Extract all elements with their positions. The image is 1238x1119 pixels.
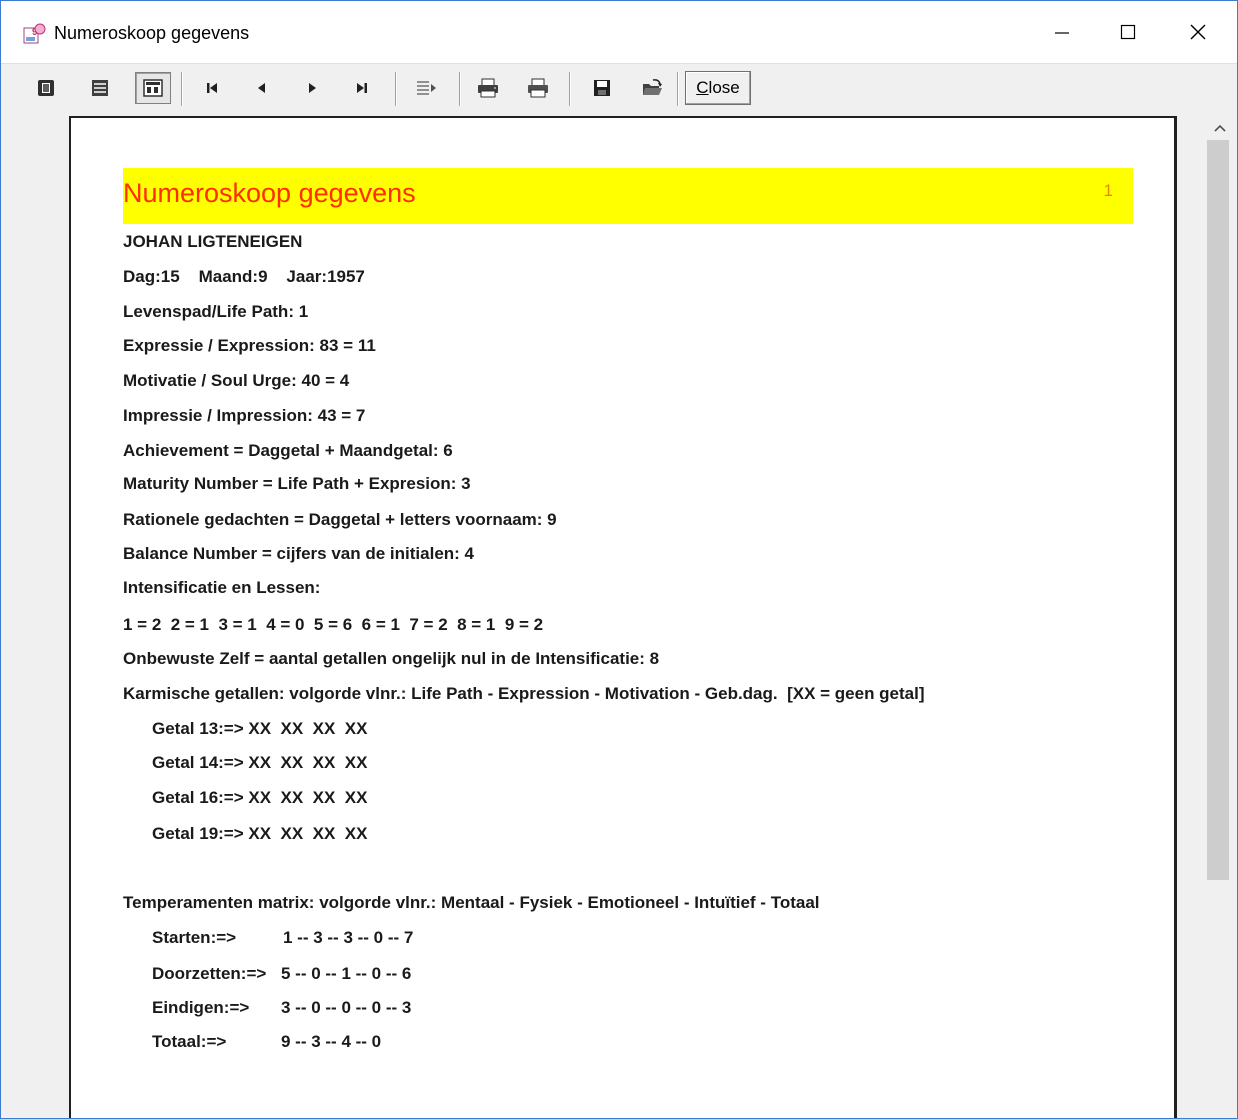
scroll-up-button[interactable] (1208, 118, 1232, 138)
page-setup-button[interactable] (135, 72, 171, 104)
temperament-label: Starten:=> (152, 928, 237, 947)
printer-setup-button[interactable] (473, 73, 503, 103)
karmic-row: Getal 16:=> XX XX XX XX (152, 788, 368, 807)
page-number: 1 (1103, 181, 1113, 200)
karmic-row: Getal 14:=> XX XX XX XX (152, 753, 368, 772)
last-page-button[interactable] (347, 73, 377, 103)
temperament-values: 9 -- 3 -- 4 -- 0 (281, 1032, 382, 1051)
toolbar-separator (459, 72, 461, 106)
close-icon (1190, 24, 1206, 40)
toolbar-separator (569, 72, 571, 106)
karmic-heading: Karmische getallen: volgorde vlnr.: Life… (123, 684, 925, 703)
open-folder-icon (643, 79, 662, 95)
report-line: Achievement = Daggetal + Maandgetal: 6 (123, 441, 453, 460)
scroll-thumb[interactable] (1207, 140, 1229, 880)
printer-icon (528, 78, 548, 98)
report-line: Intensificatie en Lessen: (123, 578, 321, 597)
report-page: Numeroskoop gegevens 1 JOHAN LIGTENEIGEN… (69, 116, 1177, 1118)
open-button[interactable] (637, 73, 667, 103)
toolbar: Close (1, 63, 1237, 113)
app-icon: 9 (23, 23, 47, 45)
temperament-label: Doorzetten:=> (152, 964, 267, 983)
report-line: Impressie / Impression: 43 = 7 (123, 406, 366, 425)
next-page-button[interactable] (297, 73, 327, 103)
page-width-icon (38, 80, 54, 96)
toolbar-separator (395, 72, 397, 106)
temperament-values: 5 -- 0 -- 1 -- 0 -- 6 (281, 964, 412, 983)
temperament-values: 3 -- 0 -- 0 -- 0 -- 3 (281, 998, 412, 1017)
toolbar-separator (181, 72, 183, 106)
previous-page-icon (258, 83, 265, 93)
page-width-button[interactable] (31, 73, 61, 103)
temperament-label: Totaal:=> (152, 1032, 227, 1051)
close-button-label: lose (708, 78, 740, 97)
close-preview-button[interactable]: Close (685, 71, 751, 105)
save-button[interactable] (587, 73, 617, 103)
karmic-row: Getal 13:=> XX XX XX XX (152, 719, 368, 738)
report-title: Numeroskoop gegevens (123, 178, 416, 208)
temperament-heading: Temperamenten matrix: volgorde vlnr.: Me… (123, 893, 820, 912)
close-button-mnemonic: C (696, 78, 709, 97)
last-page-icon (357, 83, 367, 93)
preview-area: Numeroskoop gegevens 1 JOHAN LIGTENEIGEN… (1, 112, 1237, 1118)
report-line: Rationele gedachten = Daggetal + letters… (123, 510, 557, 529)
person-name: JOHAN LIGTENEIGEN (123, 232, 303, 251)
close-window-button[interactable] (1163, 1, 1233, 63)
chevron-up-icon (1214, 124, 1226, 132)
maximize-button[interactable] (1093, 1, 1163, 63)
report-line: Maturity Number = Life Path + Expresion:… (123, 474, 471, 493)
first-page-icon (207, 83, 217, 93)
minimize-icon (1055, 32, 1069, 34)
goto-page-icon (417, 81, 436, 95)
report-line: Levenspad/Life Path: 1 (123, 302, 309, 321)
whole-page-icon (92, 80, 108, 96)
karmic-row: Getal 19:=> XX XX XX XX (152, 824, 368, 843)
report-line: Onbewuste Zelf = aantal getallen ongelij… (123, 649, 660, 668)
report-preview-window: 9 Numeroskoop gegevens C lose Numeroskoo… (0, 0, 1238, 1119)
temperament-label: Eindigen:=> (152, 998, 250, 1017)
minimize-button[interactable] (1027, 1, 1097, 63)
report-title-banner: Numeroskoop gegevens 1 (123, 168, 1133, 224)
vertical-scrollbar[interactable] (1202, 112, 1237, 1118)
printer-setup-icon (478, 78, 498, 98)
first-page-button[interactable] (197, 73, 227, 103)
maximize-icon (1120, 24, 1136, 40)
report-line: Motivatie / Soul Urge: 40 = 4 (123, 371, 350, 390)
temperament-values: 1 -- 3 -- 3 -- 0 -- 7 (283, 928, 414, 947)
next-page-icon (309, 83, 316, 93)
whole-page-button[interactable] (85, 73, 115, 103)
title-bar: 9 Numeroskoop gegevens (1, 1, 1237, 63)
goto-page-button[interactable] (411, 73, 441, 103)
birth-date: Dag:15 Maand:9 Jaar:1957 (123, 267, 365, 286)
toolbar-separator (677, 72, 679, 106)
page-setup-icon (143, 79, 163, 97)
report-line: Expressie / Expression: 83 = 11 (123, 336, 376, 355)
save-icon (594, 80, 610, 96)
previous-page-button[interactable] (247, 73, 277, 103)
report-line: Balance Number = cijfers van de initiale… (123, 544, 474, 563)
intensification-values: 1 = 2 2 = 1 3 = 1 4 = 0 5 = 6 6 = 1 7 = … (123, 615, 544, 634)
print-button[interactable] (523, 73, 553, 103)
window-title: Numeroskoop gegevens (54, 23, 250, 43)
